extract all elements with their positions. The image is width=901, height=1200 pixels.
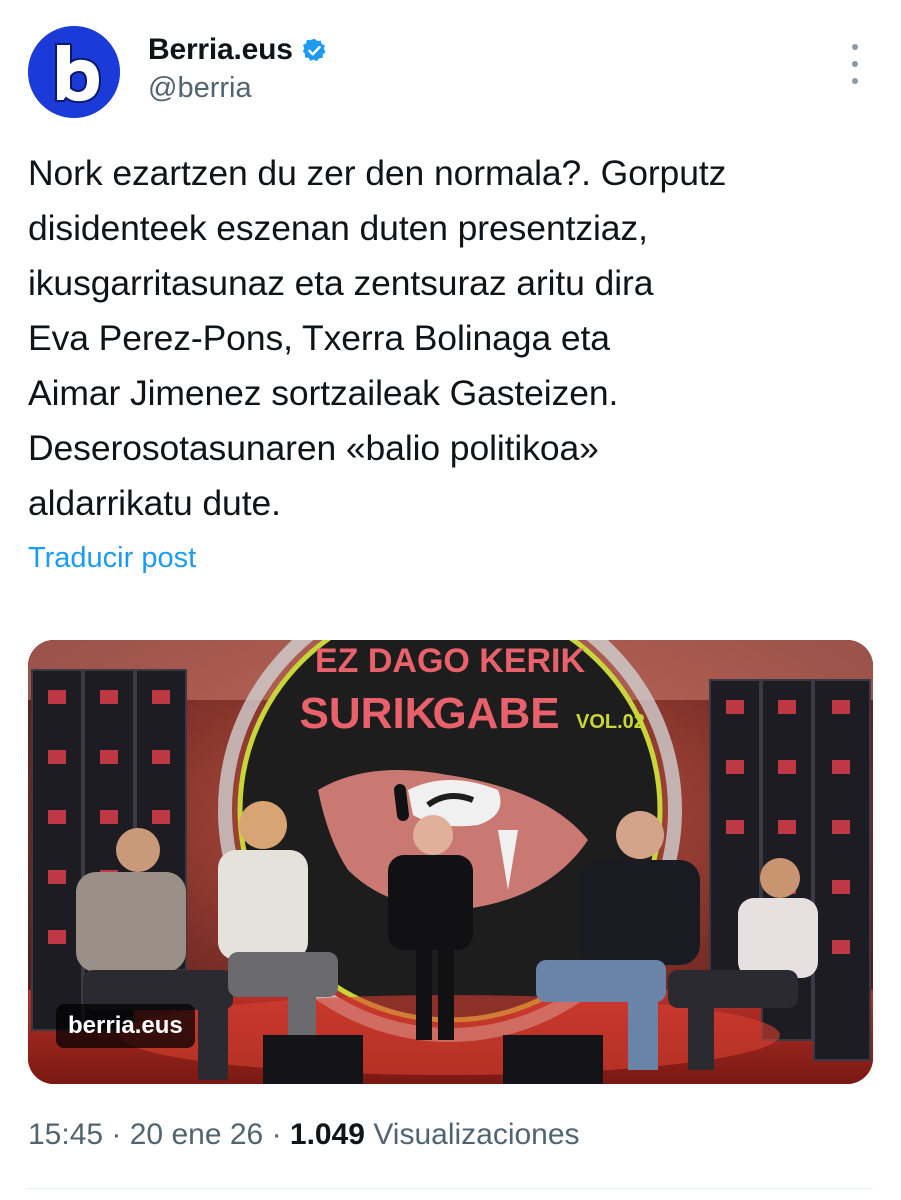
verified-badge-icon bbox=[301, 37, 328, 64]
poster-line3: GABE bbox=[432, 689, 559, 738]
account-handle[interactable]: @berria bbox=[148, 72, 328, 105]
post-header: Berria.eus @berria bbox=[28, 26, 873, 122]
post-text: Nork ezartzen du zer den normala?. Gorpu… bbox=[28, 153, 727, 523]
avatar[interactable] bbox=[28, 26, 120, 118]
poster-line2: SURIK bbox=[300, 689, 437, 738]
meta-separator: · bbox=[271, 1118, 290, 1151]
post-image[interactable]: EZ DAGO KERIK SURIK GABE VOL.02 berria.e… bbox=[28, 640, 873, 1084]
translate-post-link[interactable]: Traducir post bbox=[28, 542, 196, 575]
views-label: Visualizaciones bbox=[373, 1118, 580, 1151]
display-name[interactable]: Berria.eus bbox=[148, 33, 293, 67]
berria-logo-icon bbox=[28, 26, 120, 118]
poster-line1: EZ DAGO KERIK bbox=[315, 642, 586, 680]
media-source-label: berria.eus bbox=[56, 1004, 195, 1048]
meta-separator: · bbox=[111, 1118, 130, 1151]
views-count: 1.049 bbox=[289, 1118, 365, 1151]
divider bbox=[28, 1188, 873, 1189]
post-time[interactable]: 15:45 bbox=[28, 1118, 103, 1151]
more-vertical-icon[interactable] bbox=[843, 44, 867, 84]
post-meta: 15:45 · 20 ene 26 · 1.049 Visualizacione… bbox=[28, 1118, 580, 1152]
post-date[interactable]: 20 ene 26 bbox=[130, 1118, 263, 1151]
poster-vol: VOL.02 bbox=[576, 711, 645, 733]
